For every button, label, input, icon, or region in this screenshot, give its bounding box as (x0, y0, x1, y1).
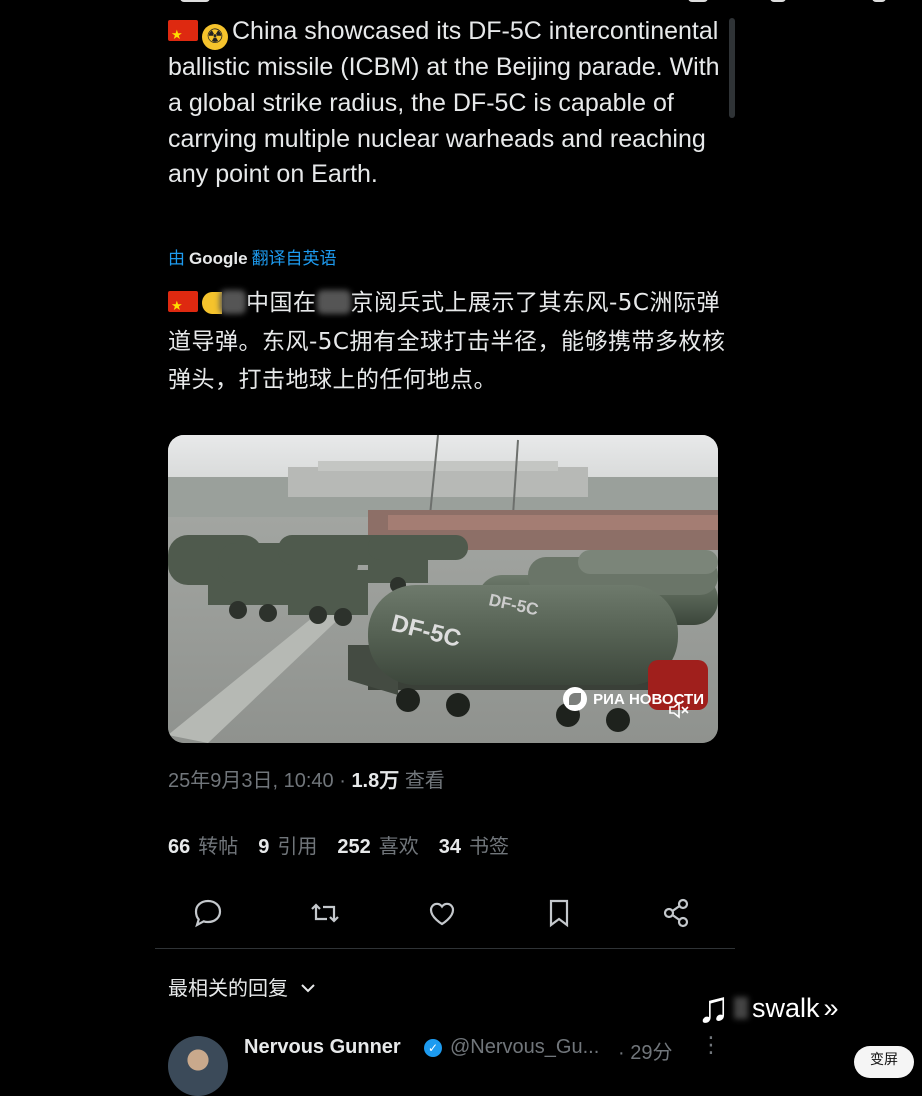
stat-reposts[interactable]: 66 转帖 (168, 830, 238, 859)
action-bar (190, 895, 700, 931)
music-overlay[interactable]: ♫ swalk » (697, 986, 839, 1030)
replies-header-label: 最相关的回复 (168, 976, 288, 1000)
reply-icon[interactable] (190, 895, 226, 931)
tweet-text: ☢China showcased its DF-5C intercontinen… (168, 14, 728, 193)
overlay-text: swalk (752, 992, 820, 1023)
stat-bookmarks[interactable]: 34 书签 (439, 830, 509, 859)
blurred-text (734, 997, 748, 1019)
reply-author-handle[interactable]: @Nervous_Gu... (450, 1036, 599, 1059)
china-flag-icon (168, 288, 198, 327)
ria-logo-icon (563, 687, 588, 711)
music-note-icon: ♫ (697, 983, 730, 1032)
verified-badge-icon: ✓ (424, 1039, 442, 1057)
tweet-date[interactable]: 25年9月3日, 10:40 (168, 770, 334, 792)
top-fragment (770, 0, 786, 2)
google-logo: Google (189, 249, 248, 268)
divider (155, 948, 735, 949)
translation-attribution[interactable]: 由 Google 翻译自英语 (168, 244, 337, 269)
tweet-body-en: China showcased its DF-5C intercontinent… (168, 17, 720, 189)
chevron-down-icon (300, 974, 316, 998)
stat-likes[interactable]: 252 喜欢 (337, 830, 418, 859)
top-fragment (688, 0, 708, 2)
share-icon[interactable] (658, 895, 694, 931)
top-fragment (872, 0, 886, 2)
stat-quotes[interactable]: 9 引用 (258, 830, 317, 859)
replies-sort-dropdown[interactable]: 最相关的回复 (168, 972, 316, 1001)
avatar[interactable] (168, 1036, 228, 1096)
repost-icon[interactable] (307, 895, 343, 931)
radioactive-icon: ☢ (202, 24, 228, 50)
engagement-stats: 66 转帖 9 引用 252 喜欢 34 书签 (168, 830, 509, 859)
china-flag-icon (168, 17, 198, 53)
radioactive-icon (202, 292, 222, 314)
translate-suffix: 翻译自英语 (251, 249, 337, 268)
blurred-text (316, 290, 351, 314)
mute-icon[interactable] (668, 701, 690, 719)
views-label: 查看 (404, 770, 445, 792)
video-media[interactable]: DF-5C DF-5C РИА НОВОСТИ (168, 435, 718, 743)
translated-text: 中国在京阅兵式上展示了其东风-5C洲际弹道导弹。东风-5C拥有全球打击半径，能够… (168, 284, 728, 400)
reply-time: · 29分 (618, 1042, 673, 1064)
translate-prefix: 由 (168, 249, 185, 268)
corner-button[interactable]: 变屏 (854, 1046, 914, 1078)
more-options-icon[interactable]: ⋮ (700, 1032, 722, 1058)
blurred-text (220, 290, 246, 314)
translated-text-part1: 中国在 (246, 290, 317, 316)
double-chevron-icon: » (823, 992, 839, 1023)
like-icon[interactable] (424, 895, 460, 931)
tweet-meta: 25年9月3日, 10:40 · 1.8万 查看 (168, 770, 445, 792)
top-fragment (180, 0, 210, 2)
reply-item[interactable]: Nervous Gunner ✓ @Nervous_Gu... · 29分 ⋮ (168, 1032, 728, 1096)
scrollbar[interactable] (729, 18, 735, 118)
bookmark-icon[interactable] (541, 895, 577, 931)
views-count: 1.8万 (351, 770, 400, 792)
reply-author-name[interactable]: Nervous Gunner (244, 1036, 401, 1059)
